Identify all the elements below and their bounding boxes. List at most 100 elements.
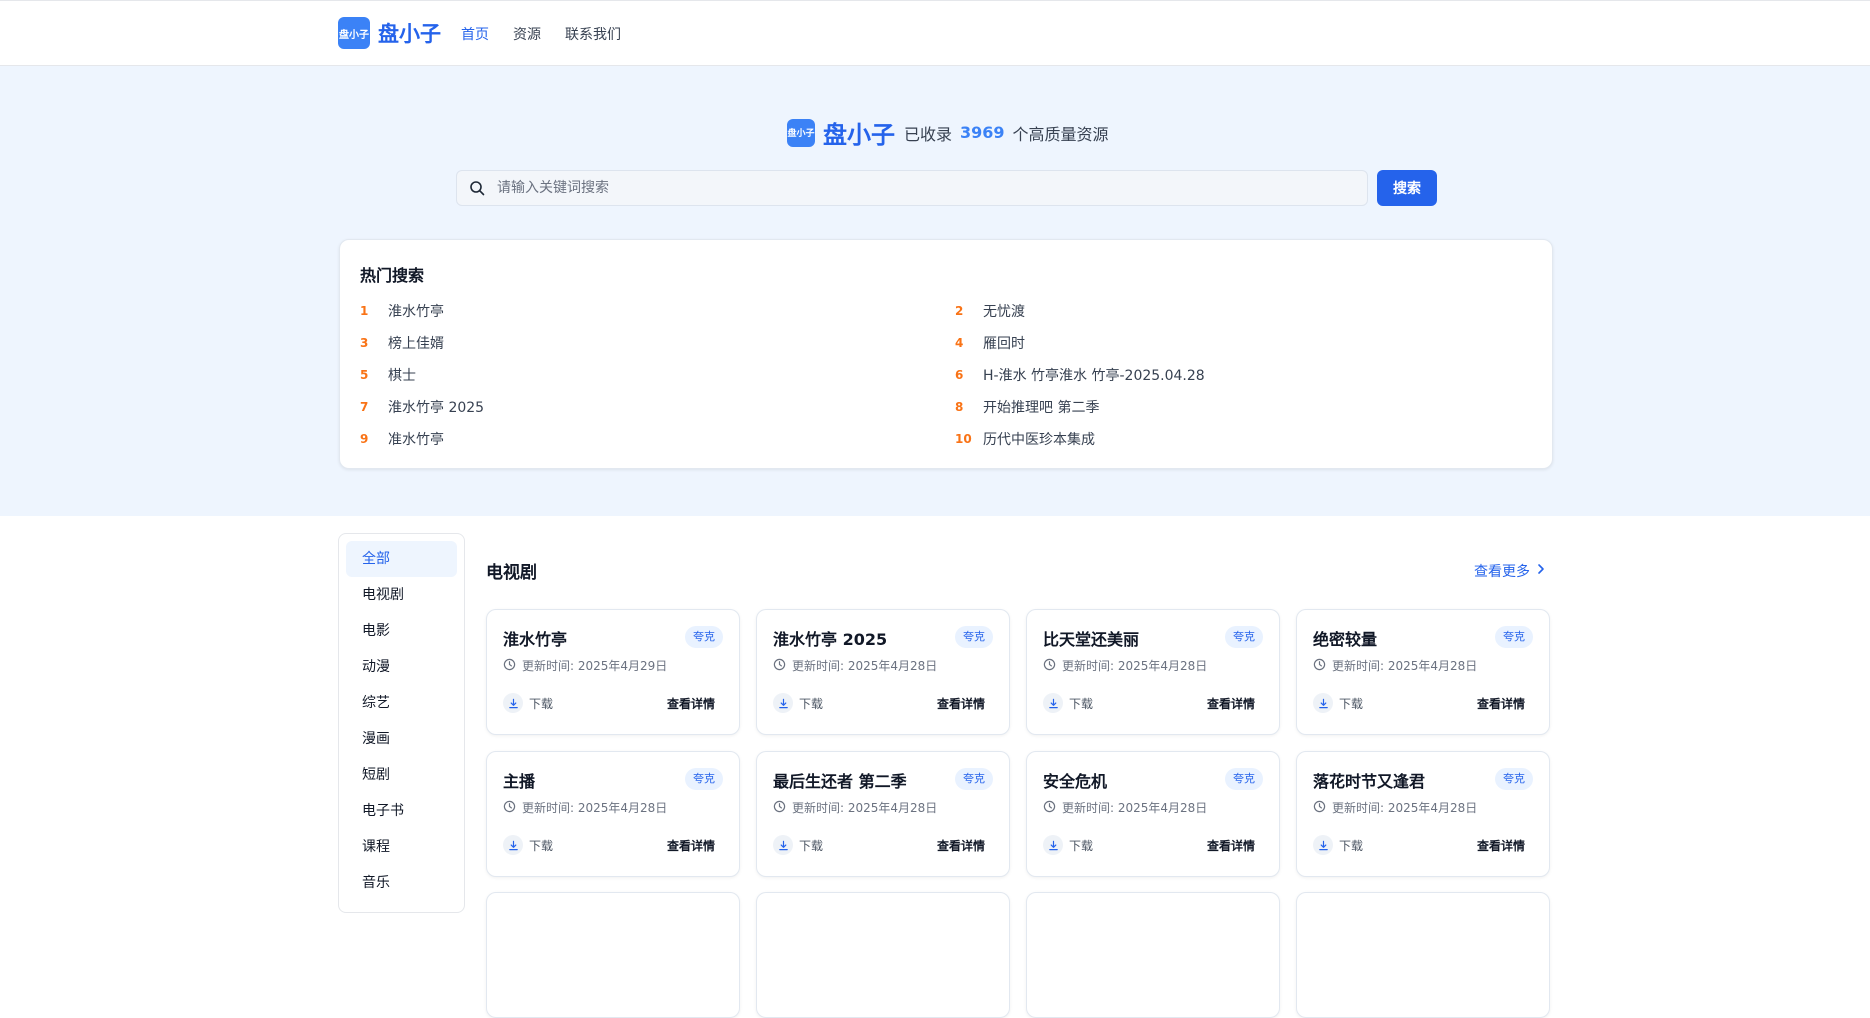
hot-rank: 8 xyxy=(955,399,964,414)
download-button[interactable]: 下载 xyxy=(773,693,823,713)
download-icon xyxy=(1313,835,1333,855)
download-label: 下载 xyxy=(1339,838,1364,853)
category-sidebar: 全部 电视剧 电影 动漫 综艺 漫画 短剧 电子书 课程 音乐 xyxy=(338,533,465,913)
hot-search-item[interactable]: 4 雁回时 xyxy=(955,332,1540,353)
hot-rank: 6 xyxy=(955,367,964,382)
resource-card-partial xyxy=(756,892,1010,1018)
card-source-badge: 夸克 xyxy=(1225,768,1263,790)
hot-text: 淮水竹亭 2025 xyxy=(388,399,485,416)
sidebar-item-comics[interactable]: 漫画 xyxy=(346,721,457,757)
hot-search-item[interactable]: 7 淮水竹亭 2025 xyxy=(360,396,955,417)
hot-search-item[interactable]: 2 无忧渡 xyxy=(955,300,1540,321)
card-title[interactable]: 安全危机 xyxy=(1043,768,1107,792)
download-button[interactable]: 下载 xyxy=(773,835,823,855)
sidebar-item-ebook[interactable]: 电子书 xyxy=(346,793,457,829)
download-icon xyxy=(773,693,793,713)
clock-icon xyxy=(503,800,516,816)
hot-search-item[interactable]: 3 榜上佳婿 xyxy=(360,332,955,353)
resource-card[interactable]: 比天堂还美丽 夸克 更新时间: 2025年4月28日 下载 查看详情 xyxy=(1026,609,1280,735)
hot-rank: 5 xyxy=(360,367,369,382)
clock-icon xyxy=(1043,800,1056,816)
download-label: 下载 xyxy=(799,696,824,711)
card-time-text: 更新时间: 2025年4月28日 xyxy=(792,659,938,673)
logo-badge: 盘小子 xyxy=(338,17,370,49)
card-title[interactable]: 主播 xyxy=(503,768,535,792)
view-details-button[interactable]: 查看详情 xyxy=(667,695,715,712)
view-details-button[interactable]: 查看详情 xyxy=(1207,695,1255,712)
card-title[interactable]: 落花时节又逢君 xyxy=(1313,768,1425,792)
hot-search-item[interactable]: 1 淮水竹亭 xyxy=(360,300,955,321)
card-source-badge: 夸克 xyxy=(685,626,723,648)
hot-search-item[interactable]: 9 准水竹亭 xyxy=(360,428,955,449)
sidebar-item-movie[interactable]: 电影 xyxy=(346,613,457,649)
card-title[interactable]: 淮水竹亭 2025 xyxy=(773,626,887,650)
hot-search-item[interactable]: 10 历代中医珍本集成 xyxy=(955,428,1540,449)
hot-text: 无忧渡 xyxy=(983,303,1025,320)
clock-icon xyxy=(1313,658,1326,674)
download-icon xyxy=(1313,693,1333,713)
download-button[interactable]: 下载 xyxy=(1313,835,1363,855)
resource-card[interactable]: 淮水竹亭 2025 夸克 更新时间: 2025年4月28日 下载 查看详情 xyxy=(756,609,1010,735)
nav-home[interactable]: 首页 xyxy=(461,24,489,44)
resource-card[interactable]: 主播 夸克 更新时间: 2025年4月28日 下载 查看详情 xyxy=(486,751,740,877)
clock-icon xyxy=(1043,658,1056,674)
sidebar-item-anime[interactable]: 动漫 xyxy=(346,649,457,685)
hot-search-item[interactable]: 5 棋士 xyxy=(360,364,955,385)
hot-rank: 1 xyxy=(360,303,369,318)
download-icon xyxy=(503,835,523,855)
sidebar-item-short-drama[interactable]: 短剧 xyxy=(346,757,457,793)
view-details-button[interactable]: 查看详情 xyxy=(937,695,985,712)
hero-section: 盘小子 盘小子 已收录 3969 个高质量资源 搜索 热门搜索 1 淮水竹亭 2 无… xyxy=(0,66,1870,516)
nav-resources[interactable]: 资源 xyxy=(513,24,541,44)
download-button[interactable]: 下载 xyxy=(1043,693,1093,713)
sidebar-item-course[interactable]: 课程 xyxy=(346,829,457,865)
hot-search-panel: 热门搜索 1 淮水竹亭 2 无忧渡 3 榜上佳婿 4 雁回时 5 棋士 6 H-淮水 竹亭淮… xyxy=(339,239,1553,469)
sidebar-item-all[interactable]: 全部 xyxy=(346,541,457,577)
chevron-right-icon xyxy=(1536,563,1546,579)
sidebar-item-music[interactable]: 音乐 xyxy=(346,865,457,901)
card-time-text: 更新时间: 2025年4月28日 xyxy=(522,801,668,815)
nav-contact[interactable]: 联系我们 xyxy=(565,24,621,44)
card-title[interactable]: 最后生还者 第二季 xyxy=(773,768,907,792)
resource-card[interactable]: 安全危机 夸克更新时间: 2025年4月28日 下载 查看详情 xyxy=(1026,751,1280,877)
view-details-button[interactable]: 查看详情 xyxy=(1477,837,1525,854)
clock-icon xyxy=(1313,800,1326,816)
view-details-button[interactable]: 查看详情 xyxy=(667,837,715,854)
section-title: 电视剧 xyxy=(486,563,537,583)
search-button[interactable]: 搜索 xyxy=(1377,170,1437,206)
card-source-badge: 夸克 xyxy=(955,768,993,790)
view-details-button[interactable]: 查看详情 xyxy=(1207,837,1255,854)
resource-card[interactable]: 落花时节又逢君 夸克 更新时间: 2025年4月28日 下载 查看详情 xyxy=(1296,751,1550,877)
download-button[interactable]: 下载 xyxy=(503,835,553,855)
view-details-button[interactable]: 查看详情 xyxy=(937,837,985,854)
card-source-badge: 夸克 xyxy=(1225,626,1263,648)
download-label: 下载 xyxy=(1339,696,1364,711)
download-button[interactable]: 下载 xyxy=(1313,693,1363,713)
resource-card[interactable]: 淮水竹亭 夸克 更新时间: 2025年4月29日 下载 查看详情 xyxy=(486,609,740,735)
hot-text: 雁回时 xyxy=(983,335,1025,352)
resource-count: 3969 xyxy=(960,123,1005,142)
hot-search-item[interactable]: 8 开始推理吧 第二季 xyxy=(955,396,1540,417)
card-title[interactable]: 淮水竹亭 xyxy=(503,626,567,650)
view-details-button[interactable]: 查看详情 xyxy=(1477,695,1525,712)
card-time-text: 更新时间: 2025年4月28日 xyxy=(1332,659,1478,673)
resource-card[interactable]: 绝密较量 夸克 更新时间: 2025年4月28日 下载 查看详情 xyxy=(1296,609,1550,735)
view-more-link[interactable]: 查看更多 xyxy=(1474,561,1546,581)
brand-logo-link[interactable]: 盘小子 盘小子 xyxy=(338,17,441,49)
download-button[interactable]: 下载 xyxy=(503,693,553,713)
sidebar-item-tv[interactable]: 电视剧 xyxy=(346,577,457,613)
search-box xyxy=(456,170,1368,206)
card-title[interactable]: 比天堂还美丽 xyxy=(1043,626,1139,650)
card-update-time: 更新时间: 2025年4月28日 xyxy=(1043,799,1207,816)
hero-prefix: 已收录 xyxy=(904,124,953,144)
download-label: 下载 xyxy=(529,838,554,853)
clock-icon xyxy=(773,658,786,674)
resource-card[interactable]: 最后生还者 第二季 夸克 更新时间: 2025年4月28日 下载 查看详情 xyxy=(756,751,1010,877)
clock-icon xyxy=(773,800,786,816)
download-button[interactable]: 下载 xyxy=(1043,835,1093,855)
sidebar-item-variety[interactable]: 综艺 xyxy=(346,685,457,721)
hot-search-item[interactable]: 6 H-淮水 竹亭淮水 竹亭-2025.04.28 xyxy=(955,364,1540,385)
card-title[interactable]: 绝密较量 xyxy=(1313,626,1377,650)
resource-card-partial xyxy=(486,892,740,1018)
search-input[interactable] xyxy=(497,171,1357,205)
